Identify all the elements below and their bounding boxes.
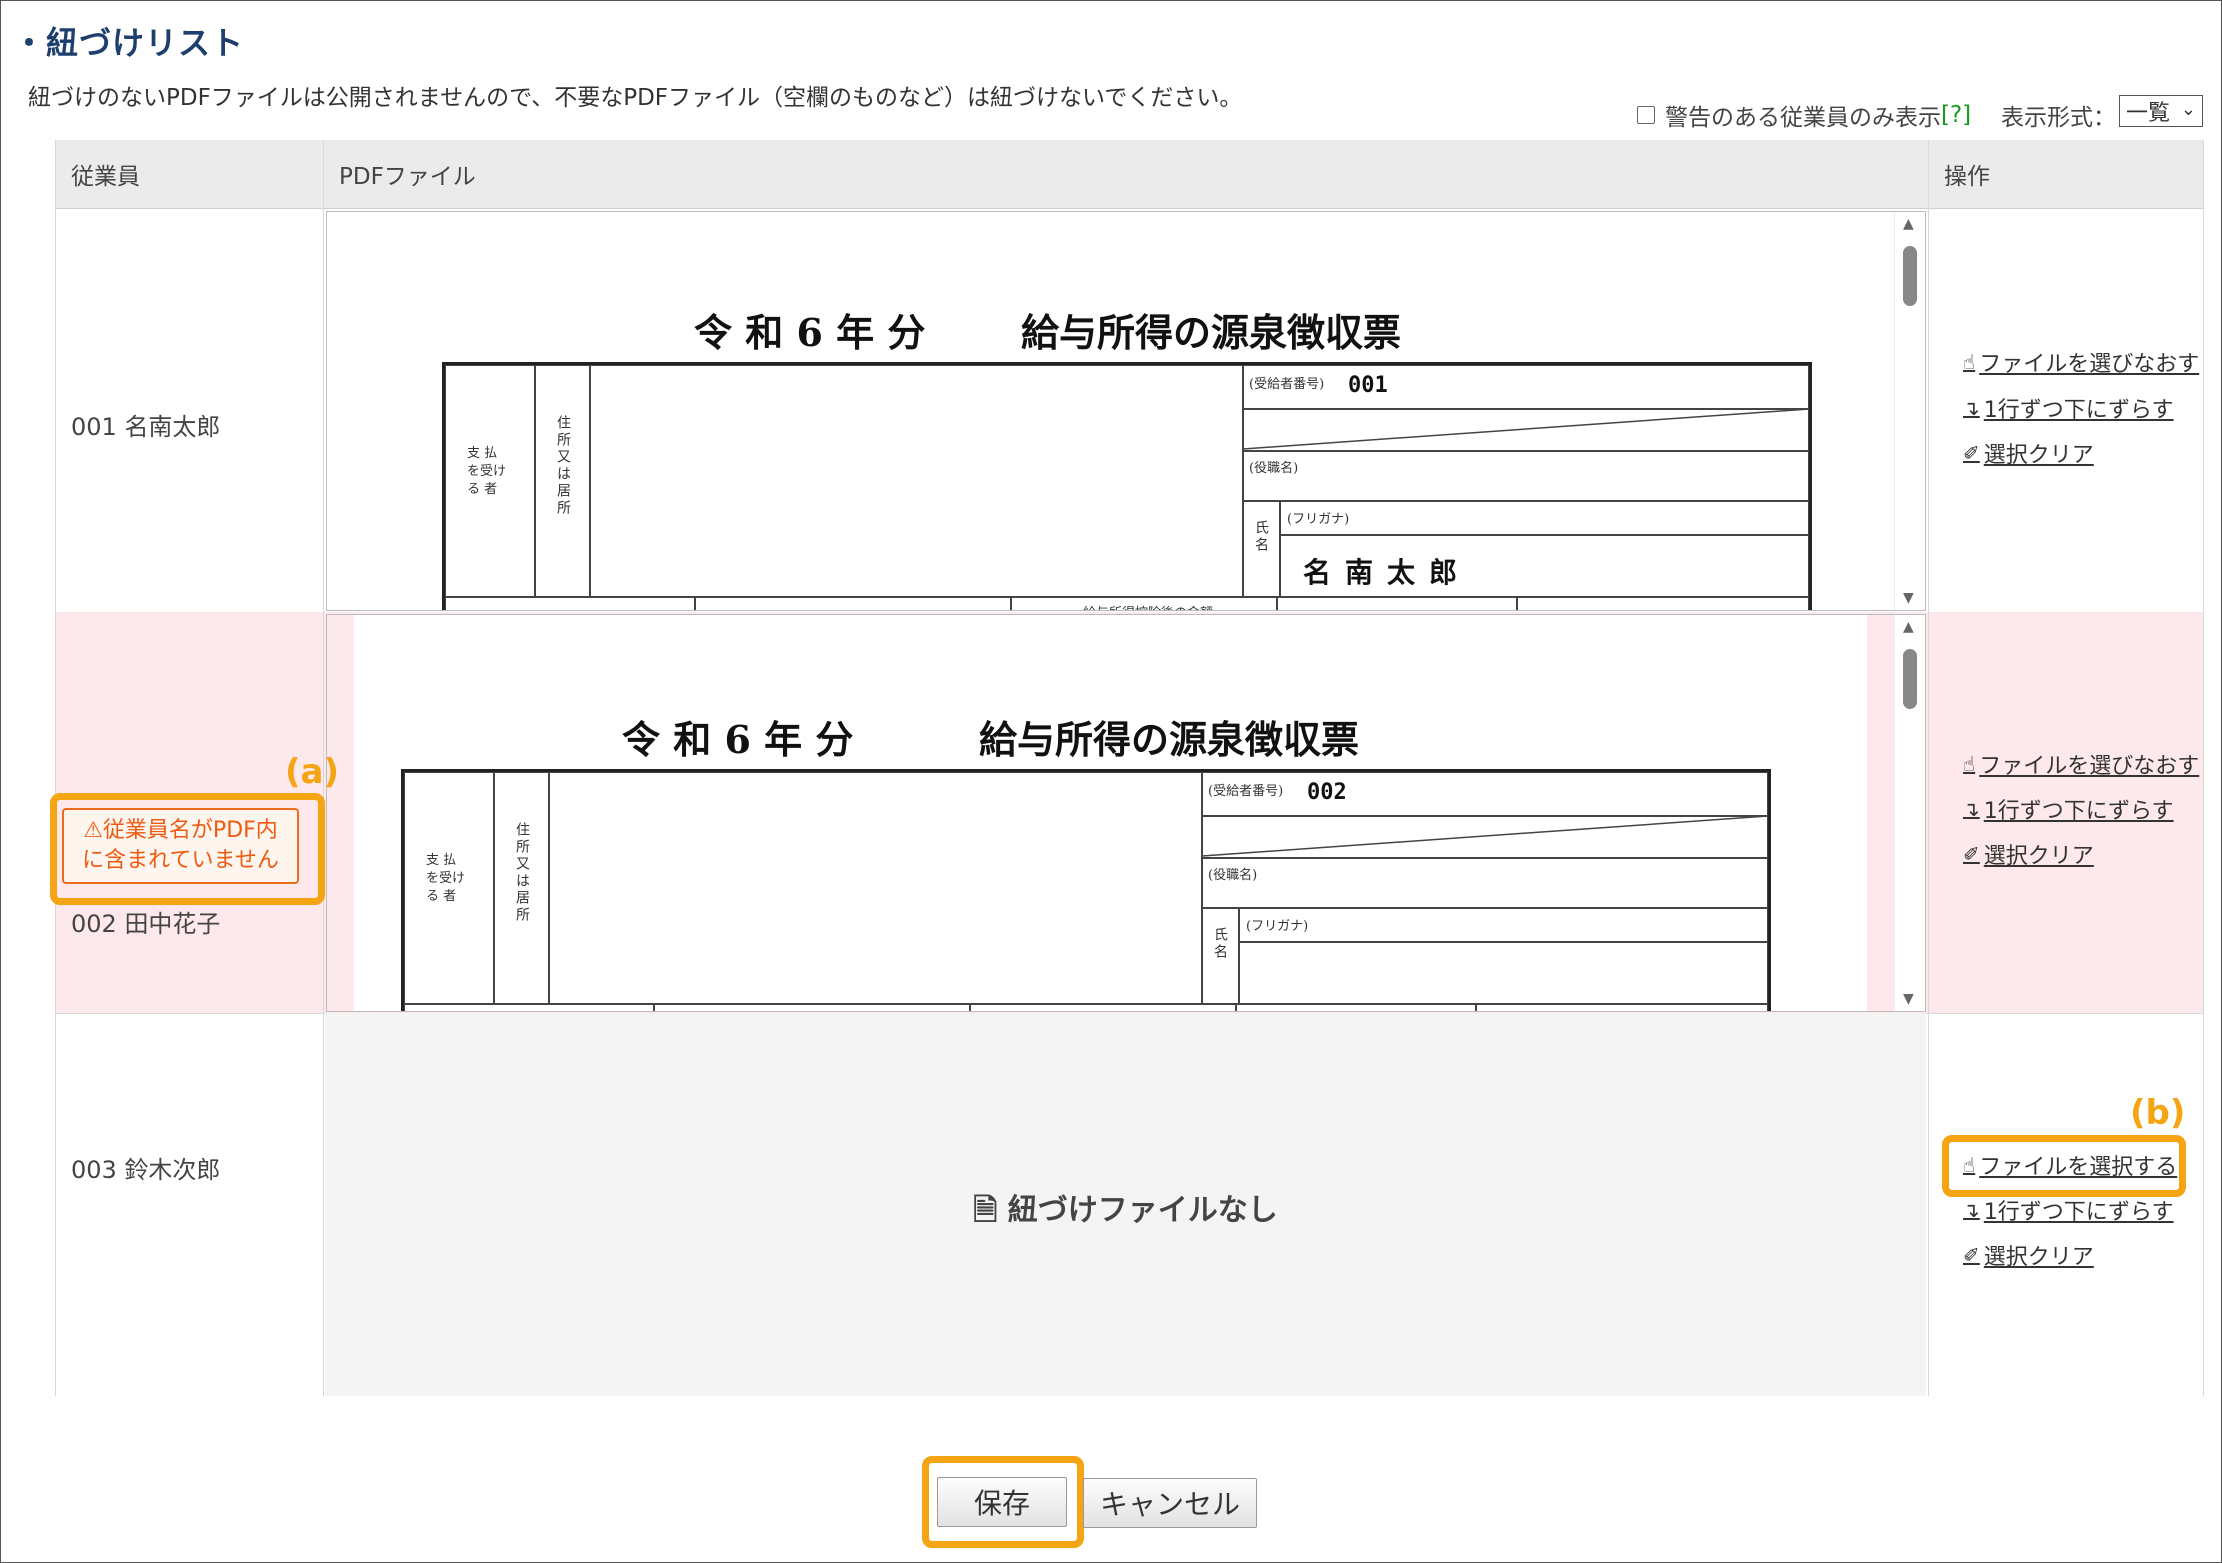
help-link[interactable]: [?] <box>1941 102 1971 128</box>
eraser-icon: ✐ <box>1963 842 1980 866</box>
warning-filter[interactable]: 警告のある従業員のみ表示 [?] <box>1637 98 1971 132</box>
pdf-file-icon: 🗎 <box>973 1193 998 1228</box>
scrollbar[interactable]: ▲ ▼ <box>1894 212 1925 610</box>
recipient-no-label: (受給者番号) <box>1249 377 1325 392</box>
shift-down-link[interactable]: ↴ 1行ずつ下にずらす <box>1963 392 2174 424</box>
scrollbar[interactable]: ▲ ▼ <box>1894 615 1925 1011</box>
furigana-label: (フリガナ) <box>1246 919 1309 934</box>
reselect-file-link[interactable]: ☝ ファイルを選びなおす <box>1963 748 2199 780</box>
scroll-thumb[interactable] <box>1903 649 1917 709</box>
header-ops: 操作 <box>1928 140 2204 209</box>
notice-text: 紐づけのないPDFファイルは公開されませんので、不要なPDFファイル（空欄のもの… <box>28 85 1243 111</box>
payee-label: 支 払 を受け る 者 <box>426 853 466 904</box>
shift-down-link[interactable]: ↴ 1行ずつ下にずらす <box>1963 1194 2174 1226</box>
callout-a: (a) <box>285 752 340 792</box>
address-label: 住所又は居所 <box>514 822 530 924</box>
warning-filter-checkbox[interactable] <box>1637 106 1655 124</box>
header-employee: 従業員 <box>55 140 323 209</box>
diagonal-line <box>1243 408 1809 450</box>
employee-name: 002 田中花子 <box>71 910 221 938</box>
recipient-no-label: (受給者番号) <box>1208 784 1284 799</box>
section-title: ・紐づけリスト <box>13 24 245 62</box>
furigana-label: (フリガナ) <box>1287 512 1350 527</box>
employee-name-on-pdf: 名南太郎 <box>1303 556 1472 589</box>
pdf-viewer[interactable]: 令 和 6 年 分 給与所得の源泉徴収票 支 払 を受け る 者 住所又は居所 … <box>326 614 1926 1012</box>
header-pdf: PDFファイル <box>323 140 1928 209</box>
pdf-page: 令 和 6 年 分 給与所得の源泉徴収票 支 払 を受け る 者 住所又は居所 … <box>354 615 1867 1011</box>
eraser-icon: ✐ <box>1963 1243 1980 1267</box>
address-label: 住所又は居所 <box>555 415 571 517</box>
diagonal-line <box>1202 815 1768 857</box>
no-file-label: 🗎 紐づけファイルなし <box>973 1193 1278 1228</box>
name-field-label: 氏名 <box>1253 520 1269 554</box>
view-mode-value: 一覧 <box>2126 101 2171 126</box>
shift-down-link[interactable]: ↴ 1行ずつ下にずらす <box>1963 793 2174 825</box>
arrow-down-icon: ↴ <box>1963 1198 1980 1222</box>
doc-title-main: 給与所得の源泉徴収票 <box>979 717 1360 762</box>
recipient-number: 001 <box>1348 373 1388 398</box>
highlight-box-b <box>1942 1135 2186 1197</box>
link-table: 従業員 PDFファイル 操作 001 名南太郎 令 和 6 年 分 給与所得の源… <box>55 140 2204 1396</box>
table-right-border <box>2203 140 2204 1396</box>
scroll-up-icon[interactable]: ▲ <box>1903 619 1914 635</box>
view-mode-select[interactable]: 一覧 ⌄ <box>2119 95 2203 127</box>
payee-label: 支 払 を受け る 者 <box>467 446 507 497</box>
callout-b: (b) <box>2130 1093 2186 1133</box>
view-mode-label: 表示形式： <box>2001 105 2116 131</box>
highlight-box-a <box>50 793 325 905</box>
employee-name: 003 鈴木次郎 <box>71 1156 221 1184</box>
clear-selection-link[interactable]: ✐ 選択クリア <box>1963 1239 2094 1271</box>
table-row: 001 名南太郎 令 和 6 年 分 給与所得の源泉徴収票 支 払 を受け る … <box>55 209 2204 613</box>
pdf-page: 令 和 6 年 分 給与所得の源泉徴収票 支 払 を受け る 者 住所又は居所 … <box>327 212 1894 610</box>
doc-title-year: 令 和 6 年 分 <box>622 717 854 762</box>
position-label: (役職名) <box>1249 461 1299 476</box>
arrow-down-icon: ↴ <box>1963 797 1980 821</box>
eraser-icon: ✐ <box>1963 441 1980 465</box>
column-divider <box>1928 140 1929 1396</box>
withholding-form: 支 払 を受け る 者 住所又は居所 (受給者番号) 001 (役職名) (フリ… <box>442 362 1812 610</box>
position-label: (役職名) <box>1208 868 1258 883</box>
clear-selection-link[interactable]: ✐ 選択クリア <box>1963 437 2094 469</box>
pdf-viewer[interactable]: 令 和 6 年 分 給与所得の源泉徴収票 支 払 を受け る 者 住所又は居所 … <box>326 211 1926 611</box>
doc-title-year: 令 和 6 年 分 <box>694 310 926 355</box>
clear-selection-link[interactable]: ✐ 選択クリア <box>1963 838 2094 870</box>
scroll-down-icon[interactable]: ▼ <box>1903 991 1914 1007</box>
bottom-cut-text: 給与所得控除後の金額 <box>1042 1009 1172 1011</box>
cancel-button[interactable]: キャンセル <box>1083 1478 1257 1528</box>
scroll-thumb[interactable] <box>1903 246 1917 306</box>
withholding-form: 支 払 を受け る 者 住所又は居所 (受給者番号) 002 (役職名) (フリ… <box>401 769 1771 1011</box>
warning-filter-label: 警告のある従業員のみ表示 <box>1665 105 1941 131</box>
no-file-area: 🗎 紐づけファイルなし <box>325 1013 1926 1396</box>
pointer-hand-icon: ☝ <box>1963 752 1976 776</box>
recipient-number: 002 <box>1307 780 1347 805</box>
reselect-file-link[interactable]: ☝ ファイルを選びなおす <box>1963 346 2199 378</box>
arrow-down-icon: ↴ <box>1963 396 1980 420</box>
pointer-hand-icon: ☝ <box>1963 350 1976 374</box>
doc-title-main: 給与所得の源泉徴収票 <box>1021 310 1402 355</box>
table-left-border <box>55 140 56 1396</box>
scroll-down-icon[interactable]: ▼ <box>1903 590 1914 606</box>
chevron-down-icon: ⌄ <box>2180 99 2196 120</box>
save-button[interactable]: 保存 <box>937 1477 1067 1527</box>
name-field-label: 氏名 <box>1212 927 1228 961</box>
scroll-up-icon[interactable]: ▲ <box>1903 216 1914 232</box>
table-row: 002 田中花子 令 和 6 年 分 給与所得の源泉徴収票 支 払 を受け る … <box>55 612 2204 1014</box>
employee-name: 001 名南太郎 <box>71 413 221 441</box>
bottom-cut-text: 給与所得控除後の金額 <box>1083 602 1213 610</box>
